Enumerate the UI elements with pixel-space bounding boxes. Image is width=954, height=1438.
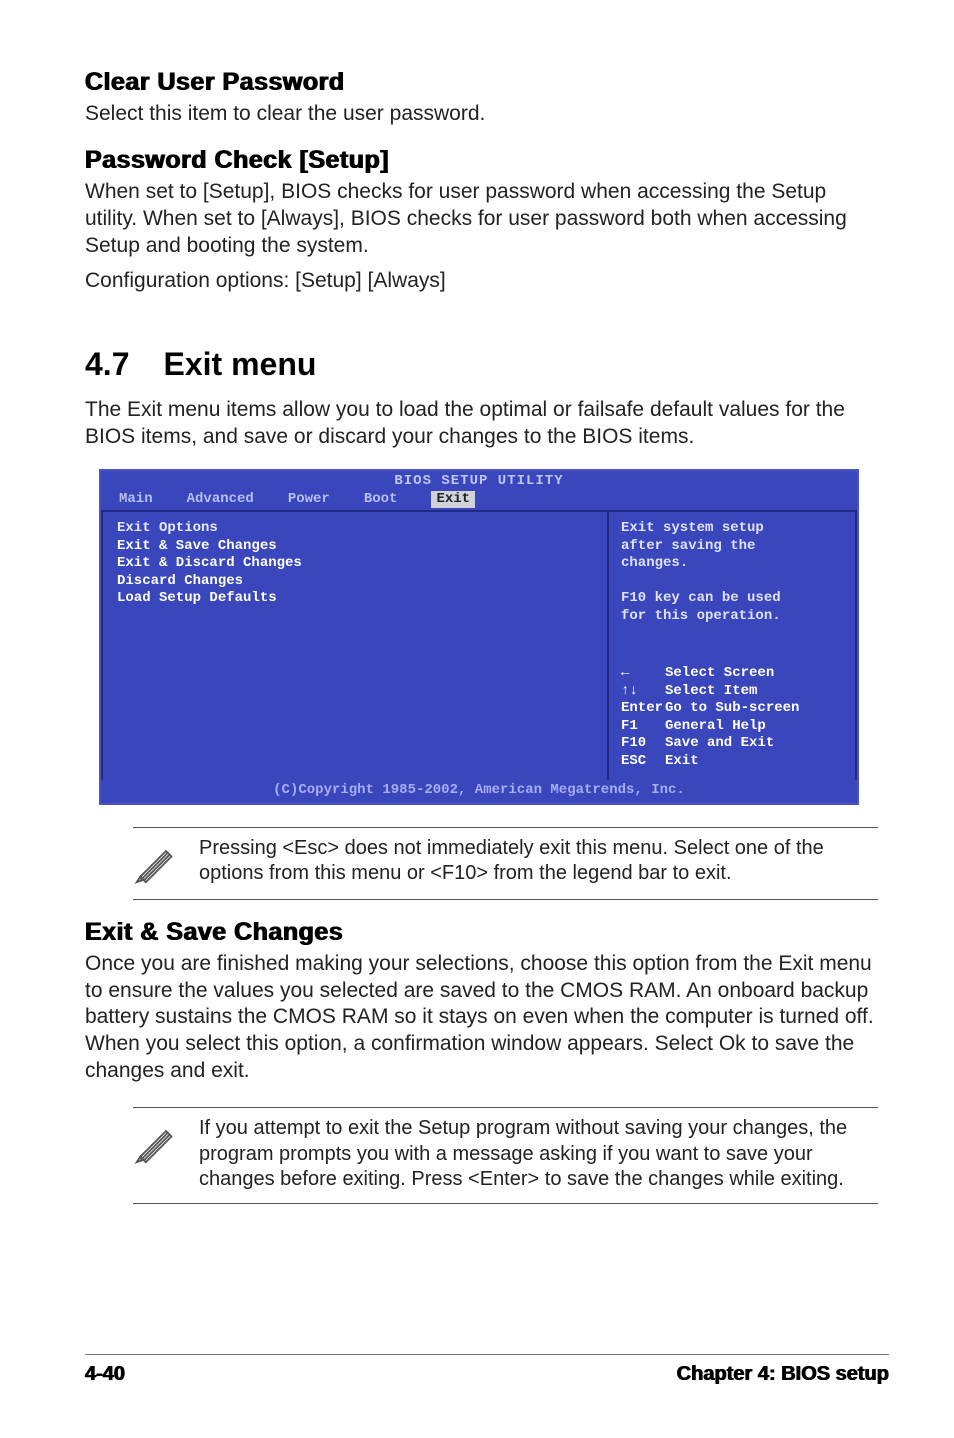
body-clear-user-password: Select this item to clear the user passw… bbox=[85, 101, 884, 128]
key-desc: Select Item bbox=[665, 683, 757, 699]
bios-right-pane: Exit system setup after saving the chang… bbox=[607, 510, 857, 780]
page-footer: 4-40 Chapter 4: BIOS setup bbox=[85, 1354, 889, 1386]
body-exit-menu-intro: The Exit menu items allow you to load th… bbox=[85, 397, 884, 451]
body-password-check-2: Configuration options: [Setup] [Always] bbox=[85, 268, 884, 295]
key-f10: F10 bbox=[621, 735, 665, 753]
key-left-arrow-icon: ← bbox=[621, 665, 665, 683]
bios-help-line: F10 key can be used bbox=[621, 590, 845, 608]
key-desc: Exit bbox=[665, 753, 699, 769]
bios-tab-advanced: Advanced bbox=[187, 491, 254, 509]
note-box-1: Pressing <Esc> does not immediately exit… bbox=[133, 827, 878, 900]
key-updown-arrow-icon: ↑↓ bbox=[621, 683, 665, 701]
bios-tab-exit: Exit bbox=[431, 491, 475, 509]
key-desc: General Help bbox=[665, 718, 766, 734]
heading-clear-user-password: Clear User Password bbox=[85, 68, 884, 97]
bios-key-legend: ←Select Screen ↑↓Select Item EnterGo to … bbox=[621, 665, 845, 770]
pencil-note-icon bbox=[133, 1116, 177, 1169]
bios-help-line: after saving the bbox=[621, 538, 845, 556]
bios-tab-bar: Main Advanced Power Boot Exit bbox=[101, 491, 857, 511]
bios-item-exit-save: Exit & Save Changes bbox=[117, 538, 597, 556]
key-desc: Go to Sub-screen bbox=[665, 700, 799, 716]
bios-screenshot: BIOS SETUP UTILITY Main Advanced Power B… bbox=[85, 469, 884, 805]
bios-left-pane: Exit Options Exit & Save Changes Exit & … bbox=[101, 510, 607, 780]
key-esc: ESC bbox=[621, 753, 665, 771]
bios-tab-main: Main bbox=[119, 491, 153, 509]
bios-tab-boot: Boot bbox=[364, 491, 398, 509]
note-text-1: Pressing <Esc> does not immediately exit… bbox=[199, 836, 872, 887]
bios-help-line: for this operation. bbox=[621, 608, 845, 626]
note-text-2: If you attempt to exit the Setup program… bbox=[199, 1116, 872, 1193]
key-desc: Select Screen bbox=[665, 665, 774, 681]
bios-help-line: Exit system setup bbox=[621, 520, 845, 538]
bios-left-header: Exit Options bbox=[117, 520, 597, 538]
footer-chapter: Chapter 4: BIOS setup bbox=[677, 1363, 889, 1386]
footer-page-number: 4-40 bbox=[85, 1363, 125, 1386]
heading-password-check: Password Check [Setup] bbox=[85, 146, 884, 175]
bios-item-discard: Discard Changes bbox=[117, 573, 597, 591]
bios-item-exit-discard: Exit & Discard Changes bbox=[117, 555, 597, 573]
key-desc: Save and Exit bbox=[665, 735, 774, 751]
heading-exit-save-changes: Exit & Save Changes bbox=[85, 918, 884, 947]
chapter-number: 4.7 bbox=[85, 346, 129, 383]
bios-help-line bbox=[621, 573, 845, 591]
heading-exit-menu: 4.7 Exit menu bbox=[85, 346, 884, 383]
bios-title: BIOS SETUP UTILITY bbox=[101, 471, 857, 491]
pencil-note-icon bbox=[133, 836, 177, 889]
bios-footer: (C)Copyright 1985-2002, American Megatre… bbox=[101, 780, 857, 803]
bios-item-load-defaults: Load Setup Defaults bbox=[117, 590, 597, 608]
body-password-check-1: When set to [Setup], BIOS checks for use… bbox=[85, 179, 884, 260]
key-f1: F1 bbox=[621, 718, 665, 736]
chapter-title: Exit menu bbox=[163, 346, 316, 382]
bios-help-line: changes. bbox=[621, 555, 845, 573]
key-enter: Enter bbox=[621, 700, 665, 718]
body-exit-save-changes: Once you are finished making your select… bbox=[85, 951, 884, 1085]
note-box-2: If you attempt to exit the Setup program… bbox=[133, 1107, 878, 1204]
bios-tab-power: Power bbox=[288, 491, 330, 509]
